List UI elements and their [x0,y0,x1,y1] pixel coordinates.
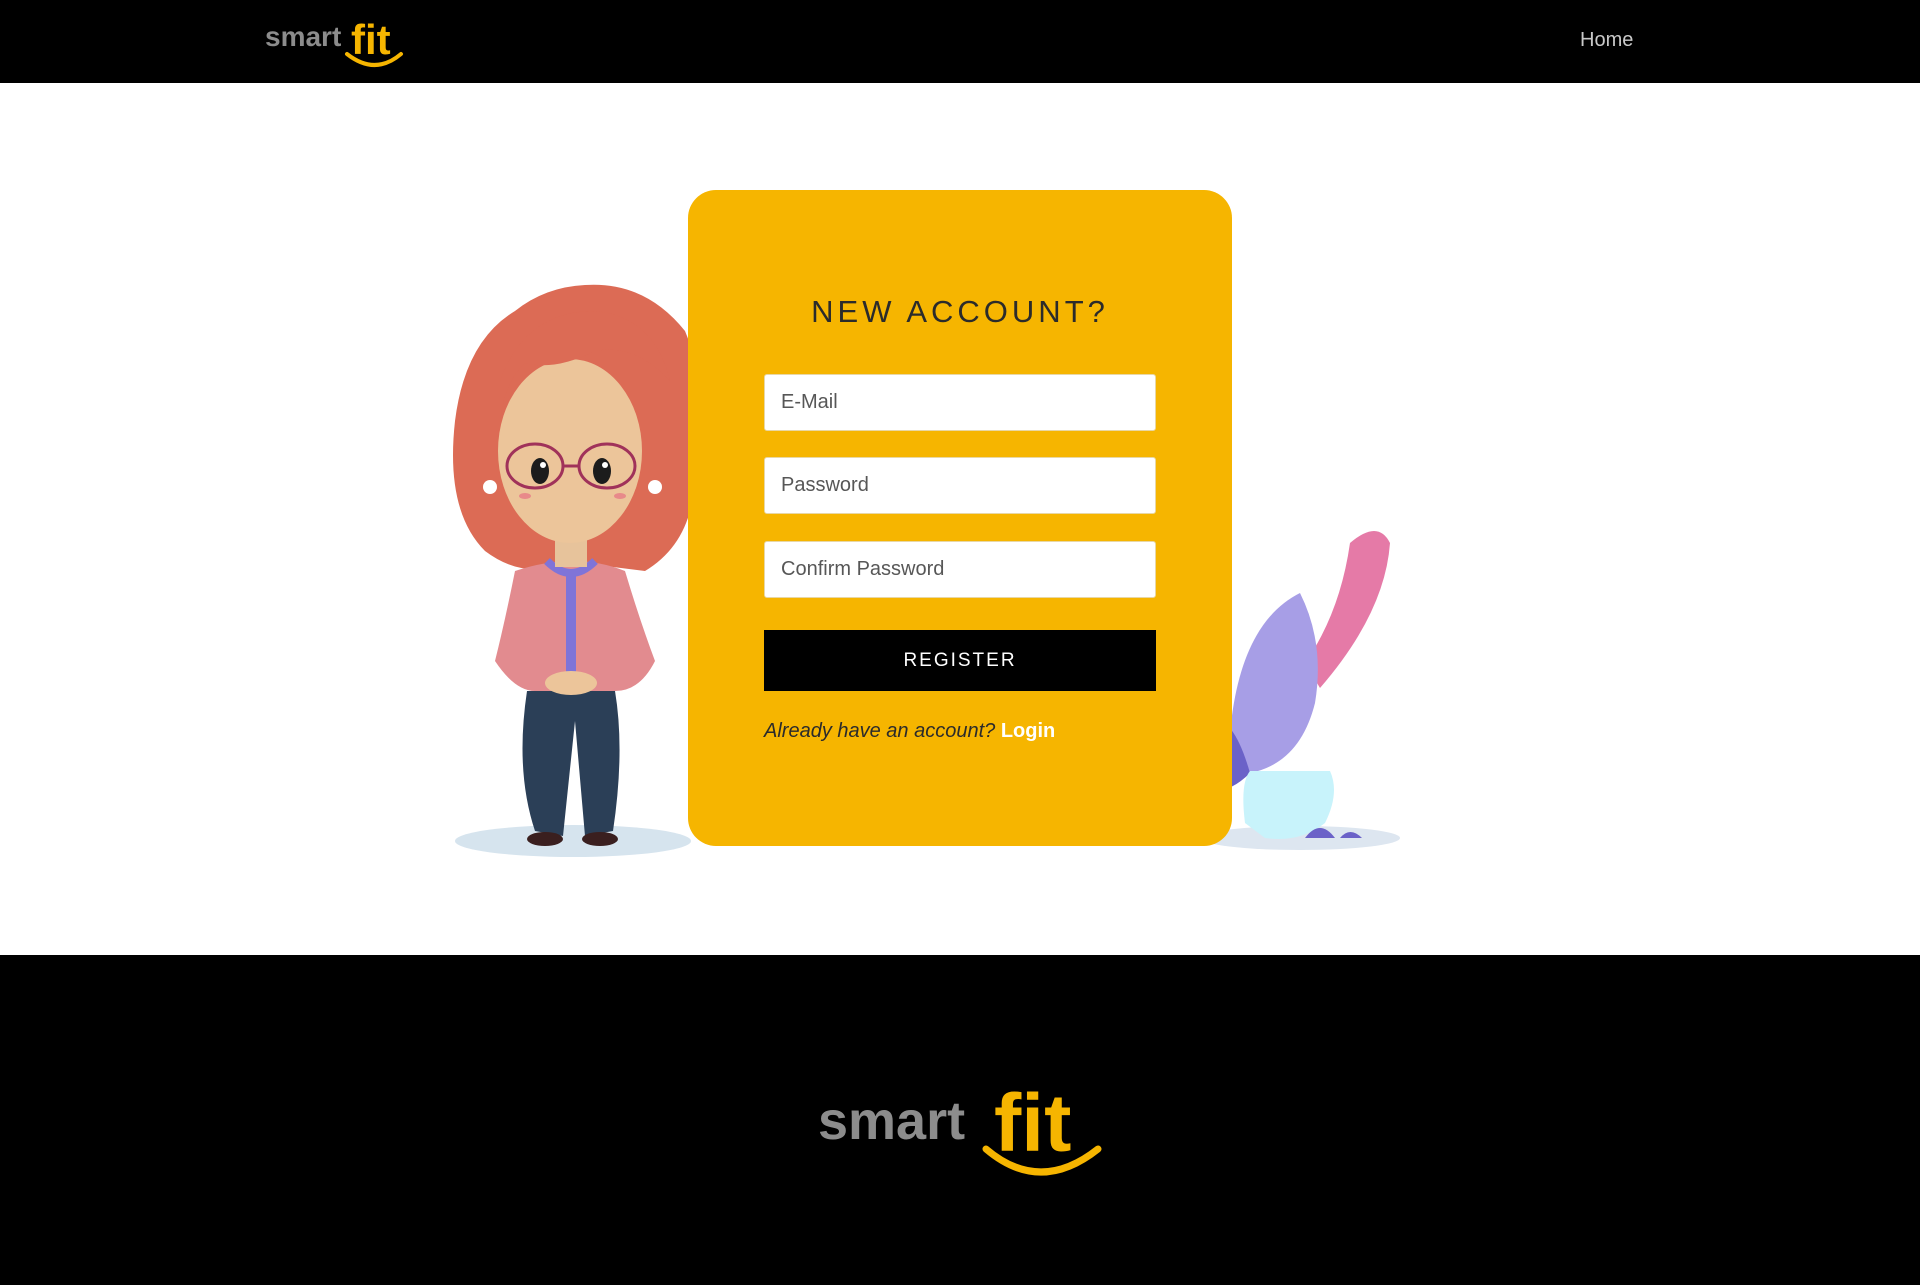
woman-illustration [453,284,701,857]
svg-text:fit: fit [351,16,391,63]
login-link[interactable]: Login [1001,720,1055,742]
login-prompt-text: Already have an account? [764,720,996,742]
smartfit-logo[interactable]: smart fit [265,14,405,68]
email-field[interactable] [764,374,1156,431]
nav-home-link[interactable]: Home [1580,29,1633,52]
svg-text:fit: fit [994,1078,1071,1169]
main-content: NEW ACCOUNT? REGISTER Already have an ac… [0,83,1920,955]
password-field[interactable] [764,457,1156,514]
register-button[interactable]: REGISTER [764,630,1156,691]
svg-text:smart: smart [265,21,341,52]
form-title: NEW ACCOUNT? [811,294,1109,329]
footer: smart fit [0,955,1920,1285]
svg-text:smart: smart [818,1091,965,1151]
login-prompt: Already have an account? Login [764,720,1055,743]
top-navbar: smart fit Home [0,0,1920,83]
confirm-password-field[interactable] [764,541,1156,598]
register-card: NEW ACCOUNT? REGISTER Already have an ac… [688,190,1232,846]
footer-smartfit-logo: smart fit [818,1078,1102,1176]
